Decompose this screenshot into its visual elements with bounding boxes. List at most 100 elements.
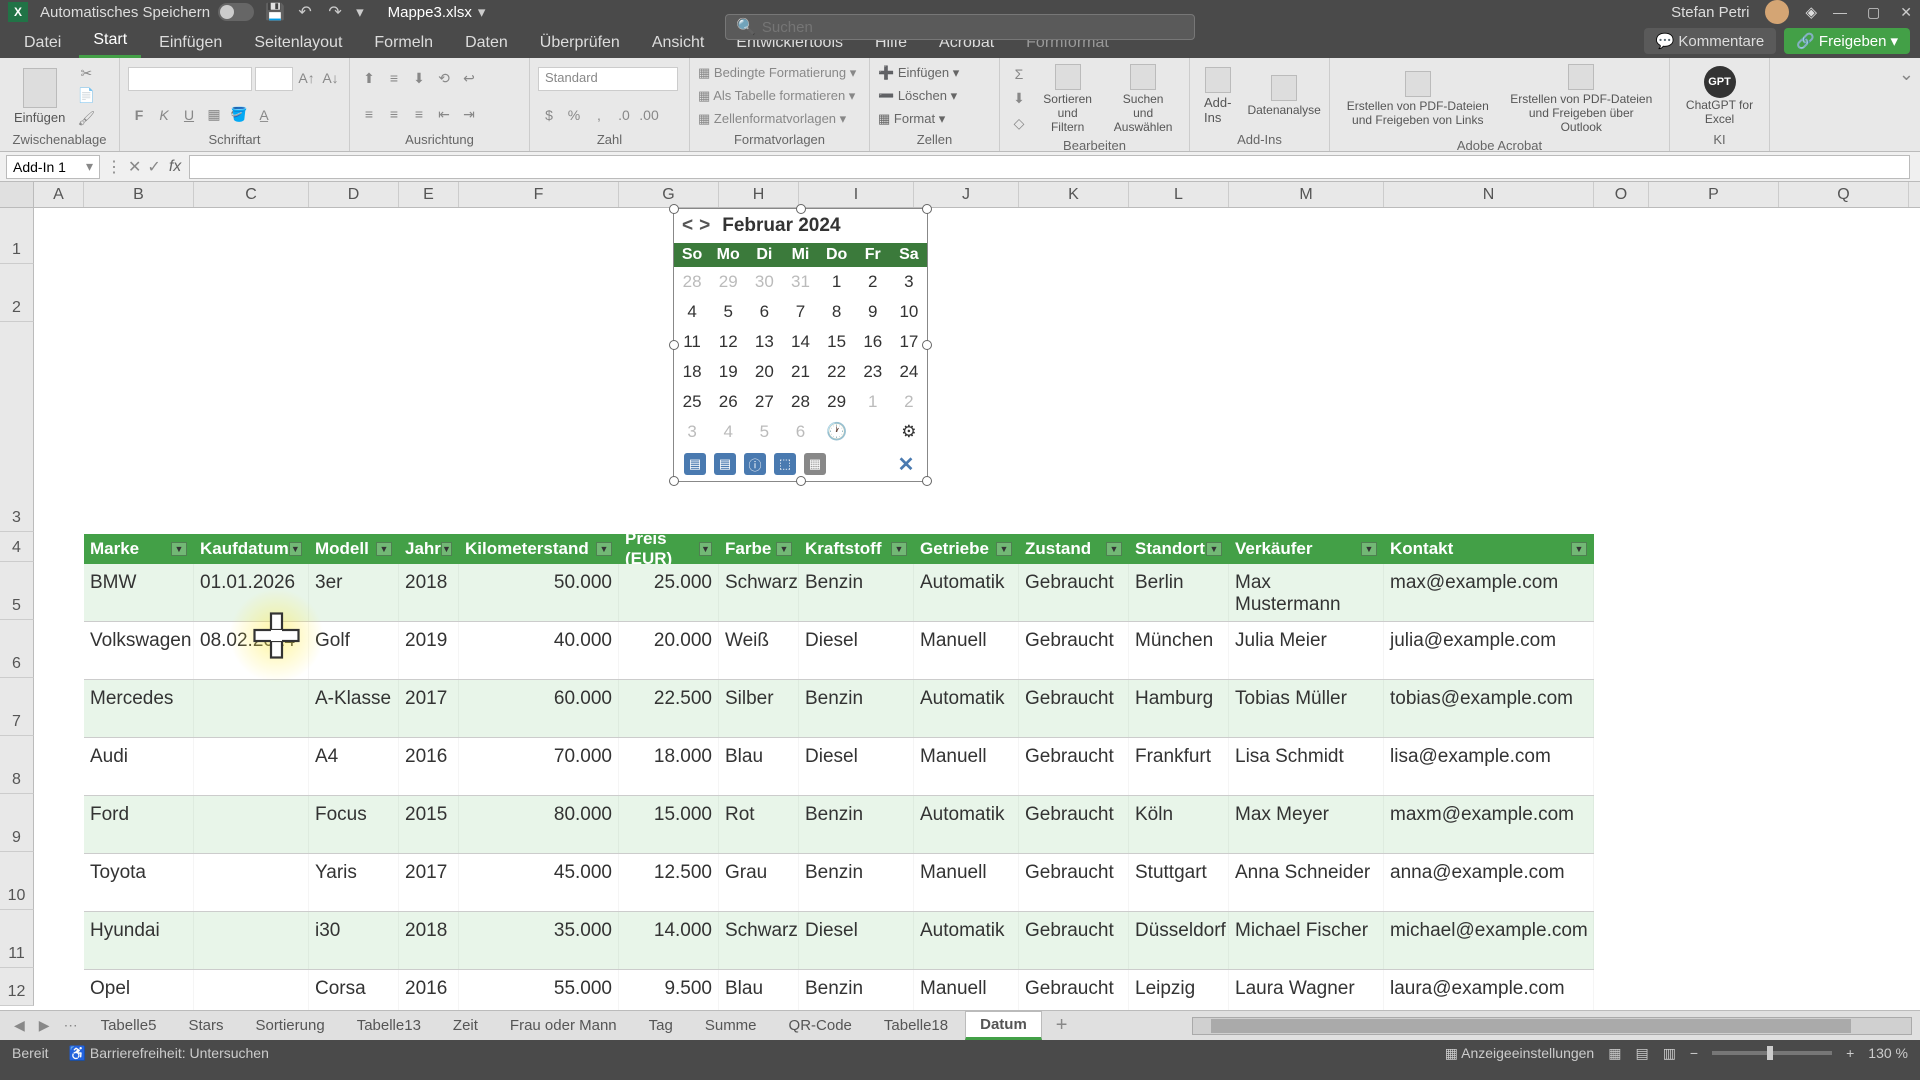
table-cell[interactable]: Automatik [914,796,1019,853]
zoom-in-icon[interactable]: + [1846,1045,1854,1061]
table-cell[interactable]: Focus [309,796,399,853]
shrink-font-icon[interactable]: A↓ [320,67,341,89]
table-cell[interactable]: 12.500 [619,854,719,911]
resize-handle[interactable] [796,204,806,214]
align-right-icon[interactable]: ≡ [408,103,430,125]
avatar[interactable] [1765,0,1789,24]
filter-icon[interactable]: ▼ [1361,542,1377,556]
filename-dropdown-icon[interactable]: ▾ [478,3,486,21]
calendar-day[interactable]: 30 [746,267,782,297]
calendar-day[interactable]: 11 [674,327,710,357]
col-header[interactable]: N [1384,182,1594,207]
row-header[interactable]: 9 [0,794,34,852]
col-header[interactable]: B [84,182,194,207]
dp-action-1[interactable]: ▤ [684,453,706,475]
view-page-icon[interactable]: ▤ [1635,1045,1648,1062]
table-cell[interactable]: tobias@example.com [1384,680,1594,737]
table-cell[interactable]: 14.000 [619,912,719,969]
table-cell[interactable]: Automatik [914,912,1019,969]
tab-daten[interactable]: Daten [451,28,522,58]
user-name[interactable]: Stefan Petri [1671,4,1749,21]
undo-icon[interactable]: ↶ [296,3,314,21]
orientation-icon[interactable]: ⟲ [433,67,455,89]
table-cell[interactable]: Anna Schneider [1229,854,1384,911]
save-icon[interactable]: 💾 [266,3,284,21]
table-cell[interactable]: Michael Fischer [1229,912,1384,969]
tab-überprüfen[interactable]: Überprüfen [526,28,634,58]
col-header[interactable]: L [1129,182,1229,207]
search-box[interactable]: 🔍 [725,14,1195,40]
col-header[interactable]: P [1649,182,1779,207]
table-cell[interactable]: Lisa Schmidt [1229,738,1384,795]
tab-formeln[interactable]: Formeln [360,28,447,58]
tab-einfügen[interactable]: Einfügen [145,28,236,58]
table-header[interactable]: Preis (EUR)▼ [619,534,719,564]
sheet-tab[interactable]: Sortierung [240,1012,339,1039]
filter-icon[interactable]: ▼ [1206,542,1222,556]
align-left-icon[interactable]: ≡ [358,103,380,125]
format-cells-button[interactable]: ▦ Format ▾ [878,111,991,127]
table-cell[interactable]: Automatik [914,680,1019,737]
table-cell[interactable]: Rot [719,796,799,853]
table-cell[interactable]: 2018 [399,564,459,621]
col-header[interactable]: M [1229,182,1384,207]
table-cell[interactable] [194,912,309,969]
table-cell[interactable]: Manuell [914,622,1019,679]
row-header[interactable]: 6 [0,620,34,678]
table-cell[interactable]: Julia Meier [1229,622,1384,679]
wrap-icon[interactable]: ↩ [458,67,480,89]
pdf-outlook-button[interactable]: Erstellen von PDF-Dateien und Freigeben … [1502,62,1662,136]
calendar-day[interactable]: 12 [710,327,746,357]
maximize-icon[interactable]: ▢ [1867,4,1880,21]
pdf-links-button[interactable]: Erstellen von PDF-Dateien und Freigeben … [1338,62,1498,136]
calendar-day[interactable]: 3 [891,267,927,297]
table-cell[interactable]: Toyota [84,854,194,911]
table-cell[interactable]: 2019 [399,622,459,679]
calendar-day[interactable]: 20 [746,357,782,387]
calendar-day[interactable]: 31 [782,267,818,297]
resize-handle[interactable] [669,204,679,214]
calendar-day[interactable]: 19 [710,357,746,387]
row-header[interactable]: 5 [0,562,34,620]
sheet-tab[interactable]: Tabelle13 [342,1012,436,1039]
calendar-day[interactable]: 1 [819,267,855,297]
calendar-day[interactable]: 7 [782,297,818,327]
calendar-day[interactable]: 10 [891,297,927,327]
status-accessibility[interactable]: ♿ Barrierefreiheit: Untersuchen [69,1045,269,1062]
col-header[interactable]: O [1594,182,1649,207]
table-cell[interactable]: BMW [84,564,194,621]
table-cell[interactable]: 50.000 [459,564,619,621]
clock-icon[interactable]: 🕐 [819,417,855,447]
calendar-day[interactable]: 25 [674,387,710,417]
table-cell[interactable]: Frankfurt [1129,738,1229,795]
table-cell[interactable]: Stuttgart [1129,854,1229,911]
table-cell[interactable]: Diesel [799,912,914,969]
align-middle-icon[interactable]: ≡ [383,67,405,89]
format-painter-icon[interactable]: 🖌 [75,108,97,130]
calendar-day[interactable]: 23 [855,357,891,387]
dp-info-icon[interactable]: ⓘ [744,453,766,475]
table-cell[interactable]: Diesel [799,622,914,679]
qat-dropdown-icon[interactable]: ▾ [356,3,364,21]
cancel-icon[interactable]: ✕ [128,157,141,177]
table-cell[interactable]: Weiß [719,622,799,679]
table-cell[interactable]: 18.000 [619,738,719,795]
table-cell[interactable]: Gebraucht [1019,622,1129,679]
align-center-icon[interactable]: ≡ [383,103,405,125]
table-cell[interactable]: 9.500 [619,970,719,1010]
inc-decimal-icon[interactable]: .0 [613,104,635,126]
share-button[interactable]: 🔗 Freigeben ▾ [1784,28,1910,54]
table-row[interactable]: MercedesA-Klasse201760.00022.500SilberBe… [84,680,1594,738]
filter-icon[interactable]: ▼ [996,542,1012,556]
dec-decimal-icon[interactable]: .00 [638,104,660,126]
table-cell[interactable] [194,738,309,795]
table-cell[interactable]: Gebraucht [1019,796,1129,853]
row-header[interactable]: 10 [0,852,34,910]
col-header[interactable]: K [1019,182,1129,207]
calendar-day[interactable]: 3 [674,417,710,447]
col-header[interactable]: A [34,182,84,207]
table-cell[interactable]: 2018 [399,912,459,969]
filter-icon[interactable]: ▼ [596,542,612,556]
table-cell[interactable]: Gebraucht [1019,854,1129,911]
table-cell[interactable]: Grau [719,854,799,911]
